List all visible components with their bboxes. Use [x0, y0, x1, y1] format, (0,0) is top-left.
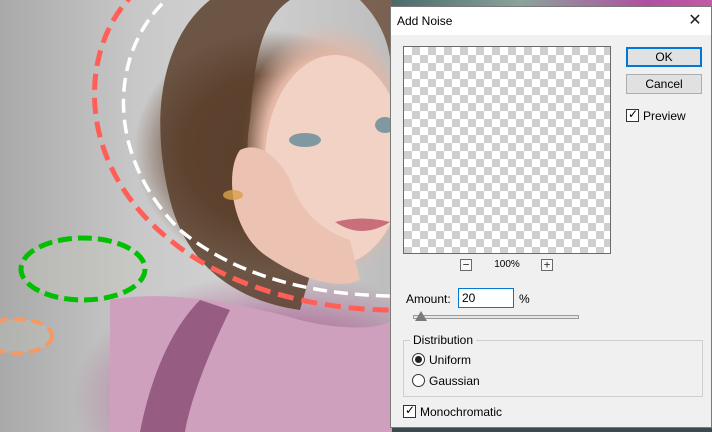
amount-slider-thumb[interactable] — [415, 311, 428, 321]
background-photo-bottom-strip — [392, 428, 712, 432]
ok-button[interactable]: OK — [626, 47, 702, 67]
amount-unit: % — [519, 292, 530, 306]
add-noise-dialog: Add Noise ✕ − 100% + OK Cancel Preview A… — [390, 6, 712, 428]
amount-input[interactable] — [458, 288, 514, 308]
preview-canvas[interactable] — [403, 46, 611, 254]
gaussian-label[interactable]: Gaussian — [429, 374, 480, 388]
uniform-label[interactable]: Uniform — [429, 353, 471, 367]
amount-slider-track[interactable] — [413, 315, 579, 319]
gaussian-radio[interactable] — [412, 374, 425, 387]
preview-checkbox[interactable] — [626, 107, 639, 122]
dialog-title: Add Noise — [397, 14, 453, 28]
background-photo — [0, 0, 392, 432]
preview-label[interactable]: Preview — [643, 109, 686, 123]
photo-detail — [0, 0, 392, 432]
dialog-titlebar[interactable]: Add Noise ✕ — [391, 7, 711, 35]
zoom-out-icon[interactable]: − — [460, 259, 472, 271]
monochromatic-label[interactable]: Monochromatic — [420, 405, 502, 419]
zoom-level: 100% — [494, 259, 520, 270]
zoom-in-icon[interactable]: + — [541, 259, 553, 271]
amount-label: Amount: — [406, 292, 451, 306]
close-icon[interactable]: ✕ — [685, 11, 705, 31]
distribution-label: Distribution — [410, 333, 477, 347]
uniform-radio[interactable] — [412, 353, 425, 366]
distribution-group — [403, 340, 703, 397]
cancel-button[interactable]: Cancel — [626, 74, 702, 94]
monochromatic-checkbox[interactable] — [403, 403, 416, 418]
